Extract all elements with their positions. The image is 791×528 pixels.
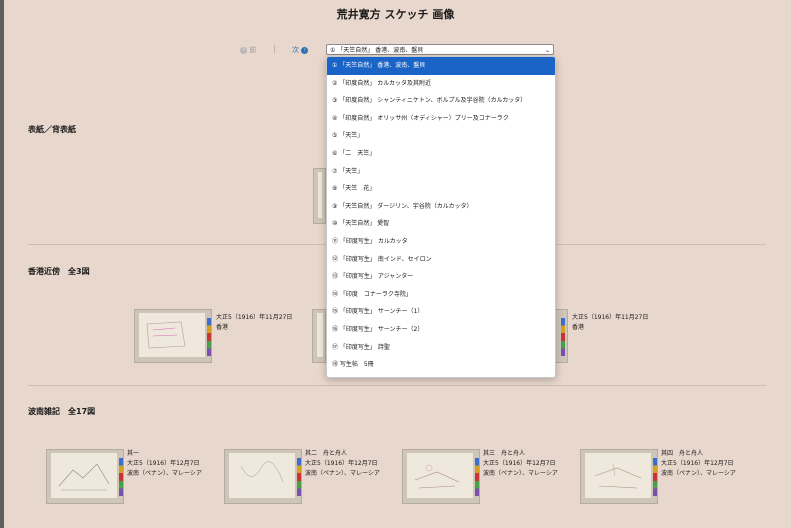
dropdown-option[interactable]: ⑫ 「印度写生」 南インド、セイロン	[327, 251, 555, 269]
section-title-ships: 波南雑記 全17図	[28, 407, 96, 416]
dropdown-option[interactable]: ⑪ 「印度写生」 カルカッタ	[327, 233, 555, 251]
sketch-caption: 其四 舟と舟人 大正5（1916）年12月7日 波南（ペナン）、マレーシア	[661, 449, 736, 479]
dropdown-option[interactable]: ⑱ 写生帖 5冊	[327, 356, 555, 374]
sketch-place: 香港	[216, 324, 229, 331]
dropdown-option[interactable]: ④ 「印度自然」 オリッサ州（オディシャー）プリー及コナーラク	[327, 110, 555, 128]
sketch-thumbnail[interactable]	[134, 309, 212, 363]
dropdown-option[interactable]: ⑧ 「天竺 花」	[327, 180, 555, 198]
next-link[interactable]: 次 ›	[292, 45, 309, 55]
sketch-date: 大正5（1916）年12月7日	[661, 460, 734, 467]
sketch-thumbnail-partial[interactable]	[312, 309, 326, 363]
sketch-caption: 其二 舟と舟人 大正5（1916）年12月7日 波南（ペナン）、マレーシア	[305, 449, 380, 479]
dropdown-option[interactable]: ⑥ 「二 天竺」	[327, 145, 555, 163]
dropdown-option[interactable]: ② 「印度自然」 カルカッタ及其附近	[327, 75, 555, 93]
dropdown-option[interactable]: ⑯ 「印度写生」 サーンチー（2）	[327, 321, 555, 339]
chevron-down-icon: ⌄	[544, 47, 550, 54]
dropdown-option[interactable]: ③ 「印度自然」 シャンティニケトン、ボルプル及宇谷院（カルカッタ）	[327, 92, 555, 110]
sketch-place: 波南（ペナン）、マレーシア	[127, 470, 202, 477]
dropdown-option[interactable]: ⑩ 「天竺自然」 愛智	[327, 215, 555, 233]
dropdown-option[interactable]: ⑦ 「天竺」	[327, 163, 555, 181]
sketch-image	[240, 461, 284, 483]
sketch-image	[58, 463, 110, 491]
sketch-date: 大正5（1916）年12月7日	[305, 460, 378, 467]
dropdown-option[interactable]: ⑰ 「印度写生」 詩聖	[327, 339, 555, 357]
dropdown-option[interactable]: ① 「天竺自然」 香港、波南、盤貝	[327, 57, 555, 75]
sketch-heading: 其一	[127, 450, 140, 457]
sketch-caption: 其一 大正5（1916）年12月7日 波南（ペナン）、マレーシア	[127, 449, 202, 479]
sketchbook-select[interactable]: ① 「天竺自然」 香港、波南、盤貝 ⌄	[326, 44, 554, 55]
next-label: 次	[292, 46, 299, 54]
dropdown-option[interactable]: ⑬ 「印度写生」 アジャンター	[327, 268, 555, 286]
sketch-heading: 其二 舟と舟人	[305, 450, 348, 457]
sketch-caption: 大正5（1916）年11月27日 香港	[216, 313, 292, 333]
sketch-place: 香港	[572, 324, 585, 331]
dropdown-option[interactable]: ⑭ 「印度 コナーラク寺院」	[327, 286, 555, 304]
sketch-date: 大正5（1916）年11月27日	[216, 314, 293, 321]
dropdown-option[interactable]: ⑨ 「天竺自然」 ダージリン、宇谷院（カルカッタ）	[327, 198, 555, 216]
select-current-value: ① 「天竺自然」 香港、波南、盤貝	[330, 47, 424, 54]
sketch-image	[594, 463, 642, 489]
dropdown-option[interactable]: ⑮ 「印度写生」 サーンチー（1）	[327, 303, 555, 321]
left-edge-bar	[0, 0, 4, 528]
sketch-date: 大正5（1916）年12月7日	[127, 460, 200, 467]
sketchbook-dropdown-list: ① 「天竺自然」 香港、波南、盤貝 ② 「印度自然」 カルカッタ及其附近 ③ 「…	[326, 56, 556, 378]
sketch-place: 波南（ペナン）、マレーシア	[305, 470, 380, 477]
sketch-image	[414, 464, 460, 489]
cover-thumbnail[interactable]	[313, 168, 326, 224]
prev-label: 前	[249, 46, 257, 54]
section-title-hongkong: 香港近傍 全3図	[28, 267, 90, 276]
sketch-heading: 其三 舟と舟人	[483, 450, 526, 457]
nav-separator: |	[273, 44, 276, 53]
sketch-date: 大正5（1916）年11月27日	[572, 314, 649, 321]
sketch-heading: 其四 舟と舟人	[661, 450, 704, 457]
chevron-right-icon: ›	[301, 46, 309, 54]
sketch-image	[146, 321, 186, 349]
section-divider	[28, 385, 766, 386]
sketch-thumbnail[interactable]	[224, 449, 302, 504]
sketch-caption: 大正5（1916）年11月27日 香港	[572, 313, 648, 333]
prev-link[interactable]: ‹ 前	[240, 45, 256, 55]
sketch-place: 波南（ペナン）、マレーシア	[483, 470, 558, 477]
sketch-thumbnail[interactable]	[402, 449, 480, 504]
sketch-thumbnail-partial[interactable]	[554, 309, 568, 363]
section-title-cover: 表紙／背表紙	[28, 125, 76, 134]
sketch-caption: 其三 舟と舟人 大正5（1916）年12月7日 波南（ペナン）、マレーシア	[483, 449, 558, 479]
sketch-place: 波南（ペナン）、マレーシア	[661, 470, 736, 477]
page-title: 荒井寛方 スケッチ 画像	[336, 8, 455, 21]
sketch-date: 大正5（1916）年12月7日	[483, 460, 556, 467]
sketch-thumbnail[interactable]	[580, 449, 658, 504]
dropdown-option[interactable]: ⑤ 「天竺」	[327, 127, 555, 145]
chevron-left-icon: ‹	[240, 46, 247, 54]
sketch-thumbnail[interactable]	[46, 449, 124, 504]
